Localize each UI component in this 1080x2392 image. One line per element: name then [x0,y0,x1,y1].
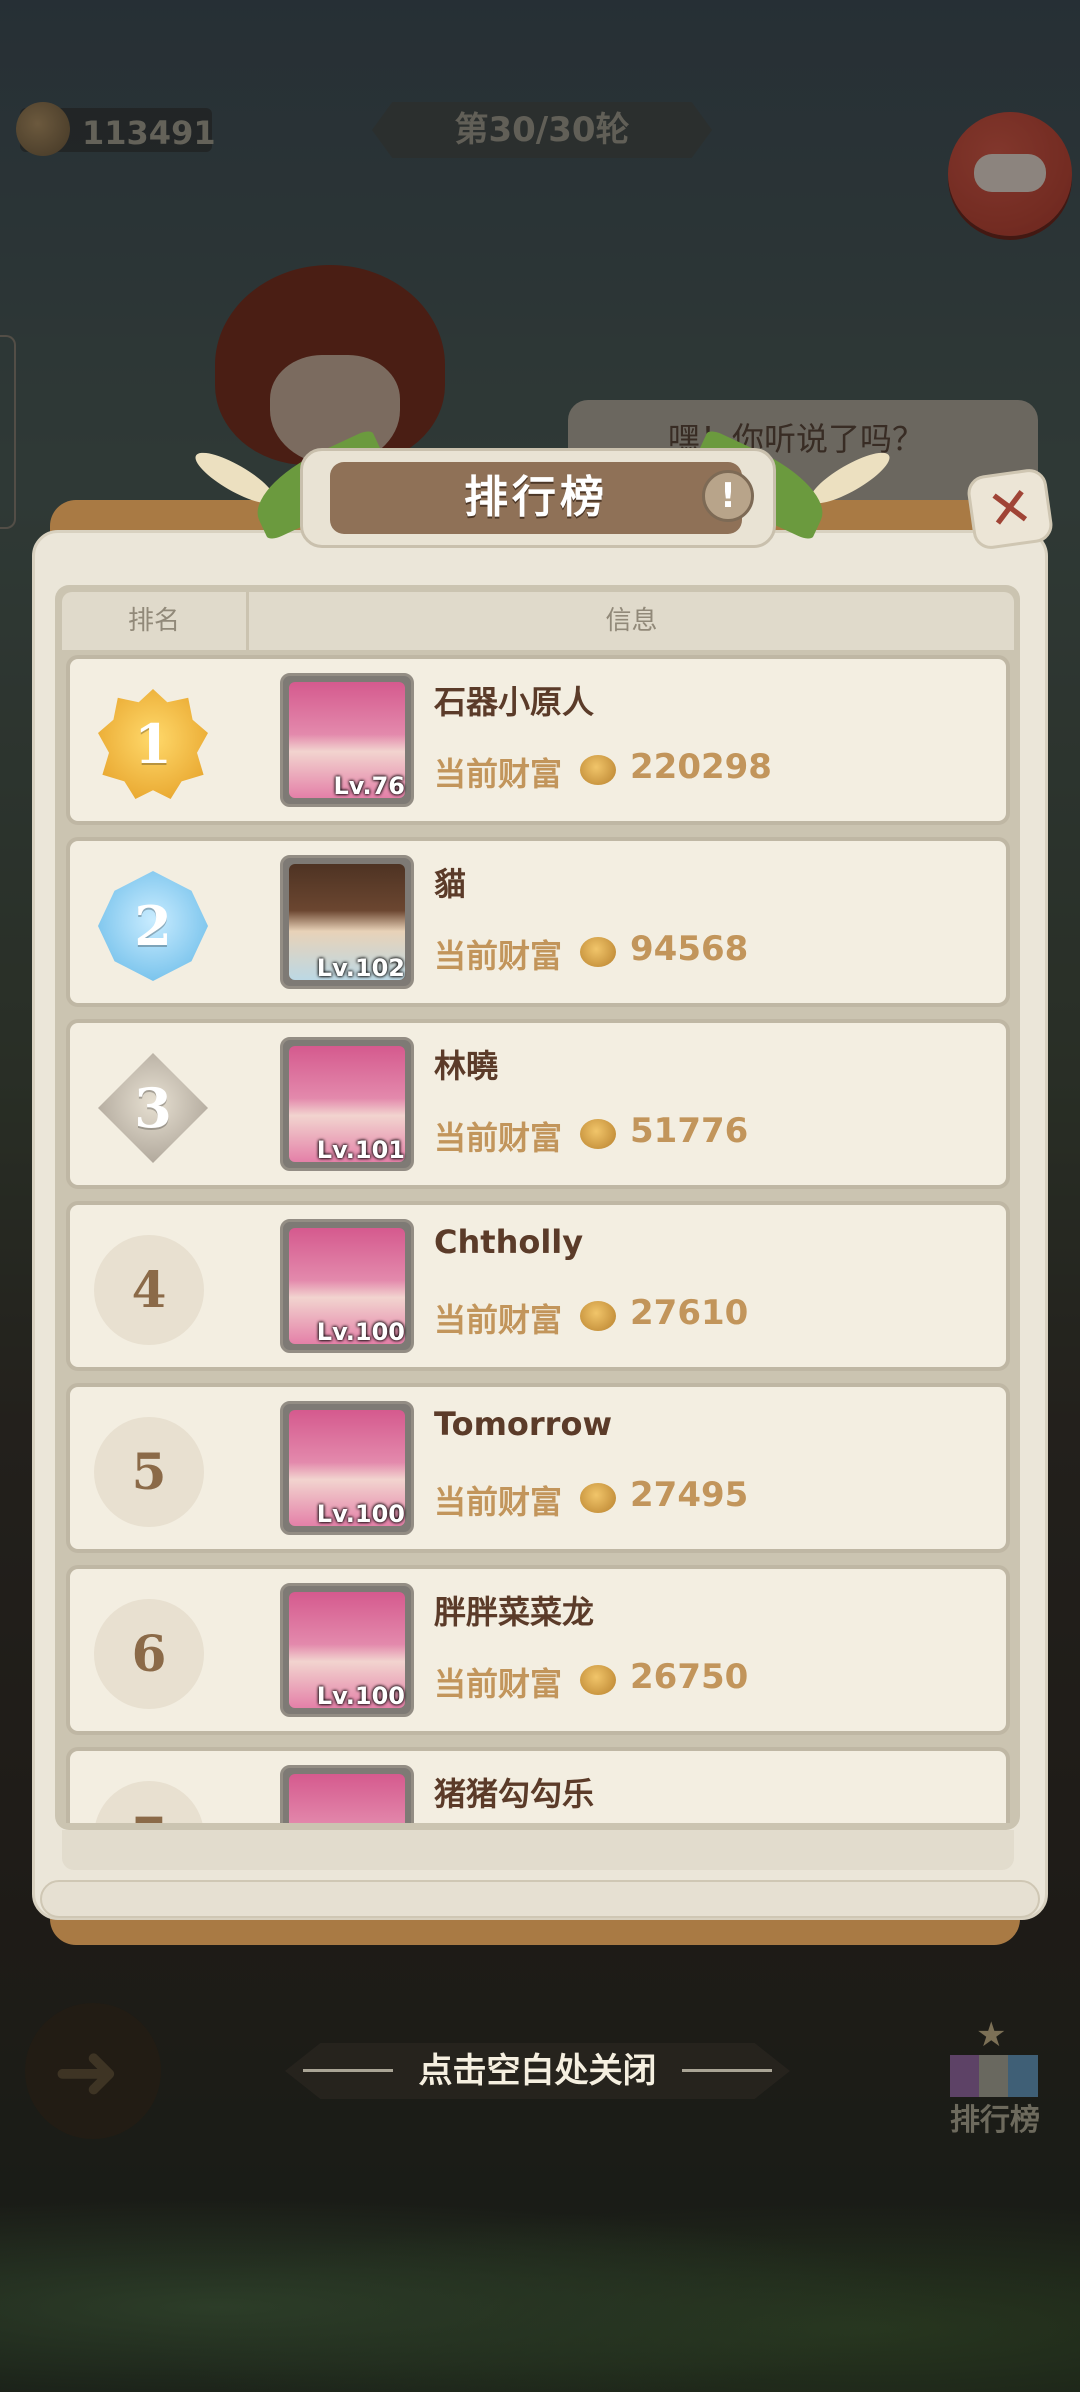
wealth-label: 当前财富 [434,937,563,975]
rank-badge: 7 [94,1781,204,1823]
panel-ledge [40,1880,1040,1918]
leaderboard-button-label: 排行榜 [950,2103,1040,2138]
player-avatar[interactable]: Lv.102 [280,855,414,989]
rank-badge: 5 [94,1417,204,1527]
podium-icon [950,2055,1038,2097]
close-hint: 点击空白处关闭 [285,2043,790,2099]
player-name: 石器小原人 [434,683,595,721]
player-name: Chtholly [434,1223,584,1261]
close-hint-text: 点击空白处关闭 [418,2051,657,2091]
leaderboard-row[interactable]: 6 Lv.100 胖胖菜菜龙 当前财富 26750 [66,1565,1010,1735]
wealth-label: 当前财富 [434,1119,563,1157]
leaderboard-row[interactable]: 5 Lv.100 Tomorrow 当前财富 27495 [66,1383,1010,1553]
leaderboard-row[interactable]: 1 Lv.76 石器小原人 当前财富 220298 [66,655,1010,825]
back-button[interactable]: ➜ [25,2003,161,2139]
wealth-shell-icon [580,1483,616,1513]
close-icon[interactable]: ✕ [965,466,1055,552]
panel-title: 排行榜 [330,462,742,534]
panel-footer [62,1830,1014,1870]
player-level: Lv.76 [333,772,406,800]
player-avatar[interactable]: Lv.100 [280,1583,414,1717]
player-level: Lv.100 [316,1318,405,1346]
wealth-value: 220298 [630,747,772,787]
wealth-label: 当前财富 [434,1301,563,1339]
bronze-medal-icon: 3 [98,1053,208,1163]
info-column-header: 信息 [605,606,658,636]
player-name: 林曉 [434,1047,499,1085]
player-level: Lv.100 [316,1500,405,1528]
wealth-value: 27610 [630,1293,749,1333]
wealth-value: 27495 [630,1475,749,1515]
back-arrow-icon: ➜ [53,2025,121,2118]
player-avatar[interactable]: Lv.100 [280,1219,414,1353]
rank-column-header: 排名 [127,606,180,636]
column-header: 排名 信息 [62,592,1014,650]
leaderboard-row[interactable]: 2 Lv.102 貓 当前财富 94568 [66,837,1010,1007]
leaderboard-button[interactable]: ★ 排行榜 [940,2015,1050,2138]
player-name: 胖胖菜菜龙 [434,1593,595,1631]
info-icon[interactable]: ! [702,470,754,522]
wealth-value: 26750 [630,1657,749,1697]
player-level: Lv.101 [316,1136,405,1164]
wealth-label: 当前财富 [434,1483,563,1521]
leaderboard-row[interactable]: 7 猪猪勾勾乐 [66,1747,1010,1823]
player-name: 貓 [434,865,467,903]
gold-medal-icon: 1 [98,689,208,799]
player-avatar[interactable]: Lv.100 [280,1401,414,1535]
player-avatar[interactable]: Lv.76 [280,673,414,807]
leaderboard-list[interactable]: 1 Lv.76 石器小原人 当前财富 220298 2 Lv.102 貓 当前财… [62,655,1014,1823]
rank-badge: 4 [94,1235,204,1345]
wealth-value: 51776 [630,1111,749,1151]
player-level: Lv.102 [316,954,405,982]
silver-medal-icon: 2 [98,871,208,981]
wealth-label: 当前财富 [434,1665,563,1703]
leaderboard-row[interactable]: 4 Lv.100 Chtholly 当前财富 27610 [66,1201,1010,1371]
wealth-shell-icon [580,1119,616,1149]
star-icon: ★ [976,2015,1007,2055]
player-avatar[interactable]: Lv.101 [280,1037,414,1171]
wealth-label: 当前财富 [434,755,563,793]
foliage-decoration [0,2180,1080,2392]
player-name: 猪猪勾勾乐 [434,1775,595,1813]
player-name: Tomorrow [434,1405,612,1443]
wealth-shell-icon [580,755,616,785]
player-level: Lv.100 [316,1682,405,1710]
player-avatar[interactable] [280,1765,414,1823]
wealth-shell-icon [580,1301,616,1331]
avatar-portrait [289,1774,405,1823]
wealth-shell-icon [580,937,616,967]
wealth-shell-icon [580,1665,616,1695]
leaderboard-row[interactable]: 3 Lv.101 林曉 当前财富 51776 [66,1019,1010,1189]
wealth-value: 94568 [630,929,749,969]
rank-badge: 6 [94,1599,204,1709]
